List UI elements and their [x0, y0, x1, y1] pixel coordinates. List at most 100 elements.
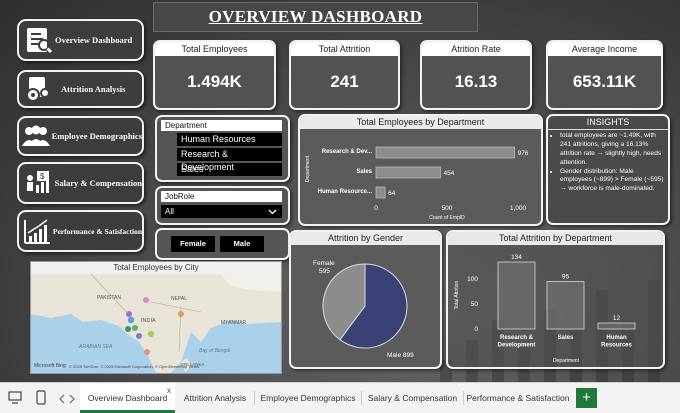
- chart-title: Total Attrition by Department: [448, 232, 663, 245]
- add-page-button[interactable]: +: [576, 388, 597, 408]
- gender-button-female[interactable]: Female: [171, 236, 215, 252]
- kpi-label: Total Attrition: [291, 42, 398, 56]
- kpi-value: 16.13: [454, 72, 498, 91]
- nav-label: Employee Demographics: [51, 131, 142, 141]
- kpi-label: Average Income: [548, 42, 661, 56]
- column-bar: [546, 281, 585, 330]
- tab-attrition-analysis[interactable]: Attrition Analysis: [178, 383, 252, 413]
- y-tick-label: 100: [467, 276, 478, 283]
- close-icon[interactable]: x: [167, 386, 171, 395]
- mobile-view-icon[interactable]: [36, 390, 46, 410]
- nav-button-performance[interactable]: Performance & Satisfaction: [17, 210, 144, 252]
- map-title: Total Employees by City: [31, 262, 281, 274]
- y-axis-title: Total Attrition: [454, 280, 460, 309]
- slicer-title: JobRole: [161, 191, 282, 202]
- nav-label: Performance & Satisfaction: [52, 226, 142, 236]
- bing-logo: Microsoft Bing: [34, 363, 66, 369]
- pie-label-male: Male 899: [387, 352, 414, 359]
- tab-employee-demographics[interactable]: Employee Demographics: [257, 383, 359, 413]
- city-bubble: [143, 297, 149, 303]
- bar-category-label: Human Resource...: [318, 189, 373, 195]
- bar-category-label: Research & Dev...: [322, 149, 373, 155]
- chart-title: Total Employees by Department: [300, 116, 541, 129]
- kpi-average-income: Average Income 653.11K: [546, 40, 663, 110]
- page-tab-bar: Overview Dashboard x Attrition Analysis …: [0, 382, 680, 413]
- insight-bullet: Gender distribution: Male employees (~89…: [560, 168, 665, 195]
- city-map[interactable]: Total Employees by City PAKISTAN NEPAL I…: [30, 261, 282, 374]
- column-bar: [497, 261, 536, 330]
- tab-divider: [361, 391, 362, 405]
- chart-title: Attrition by Gender: [291, 232, 440, 245]
- gender-pie-svg: Female595 Male 899: [313, 260, 414, 359]
- insights-panel: INSIGHTS total employees are ~1.49K, wit…: [546, 114, 670, 225]
- x-category-label: Development: [498, 343, 536, 349]
- map-attribution: © 2025 TomTom, © 2025 Microsoft Corporat…: [69, 364, 200, 369]
- attrition-bar-svg: 0 50 100 Total Attrition 134 Research & Develo…: [454, 254, 636, 364]
- report-canvas: OVERVIEW DASHBOARD Overview Dashboard At…: [0, 0, 680, 382]
- desktop-view-icon[interactable]: [8, 391, 22, 409]
- city-bubble: [178, 311, 184, 317]
- x-category-label: Sales: [558, 335, 574, 341]
- jobrole-dropdown[interactable]: All: [161, 205, 282, 218]
- bar: [375, 166, 441, 179]
- tab-label: Performance & Satisfaction: [466, 393, 570, 403]
- insight-bullet: total employees are ~1.49K, with 241 att…: [560, 132, 665, 168]
- kpi-value: 1.494K: [187, 72, 242, 91]
- gender-slicer: Female Male: [155, 228, 290, 260]
- pie-label-female-value: 595: [319, 268, 330, 275]
- x-category-label: Resources: [601, 343, 632, 349]
- chevron-right-icon[interactable]: [68, 392, 76, 410]
- dropdown-value: All: [165, 207, 174, 216]
- bar-data-label: 976: [518, 150, 529, 157]
- tab-label: Salary & Compensation: [367, 393, 458, 403]
- attrition-by-gender-chart: Attrition by Gender Female 595 Male 899: [289, 230, 442, 369]
- nav-label: Overview Dashboard: [55, 35, 133, 45]
- growth-chart-icon: [21, 216, 53, 246]
- x-category-label: Human: [606, 335, 627, 341]
- report-icon: [21, 25, 55, 55]
- column-data-label: 95: [562, 274, 570, 281]
- x-axis-title: Count of EmpID: [429, 215, 465, 221]
- kpi-value: 241: [330, 72, 359, 91]
- city-bubble: [127, 316, 135, 324]
- kpi-label: Atrition Rate: [422, 42, 530, 56]
- department-slicer: Department Human Resources Research & De…: [155, 115, 290, 182]
- money-icon: $: [21, 168, 55, 198]
- column-data-label: 12: [613, 315, 621, 322]
- people-icon: [21, 121, 52, 151]
- jobrole-slicer: JobRole All: [155, 186, 290, 225]
- x-tick-label: 0: [374, 205, 378, 212]
- tab-label: Attrition Analysis: [183, 393, 247, 403]
- kpi-label: Total Employees: [155, 42, 274, 56]
- y-axis-title: Department: [305, 155, 311, 182]
- kpi-value: 653.11K: [572, 72, 637, 91]
- x-tick-label: 500: [442, 205, 453, 212]
- y-tick-label: 0: [474, 326, 478, 333]
- nav-button-attrition[interactable]: Attrition Analysis: [17, 70, 144, 108]
- x-tick-label: 1,000: [510, 205, 527, 212]
- nav-label: Salary & Compensation: [54, 178, 142, 188]
- nav-button-overview[interactable]: Overview Dashboard: [17, 19, 144, 61]
- gender-button-male[interactable]: Male: [220, 236, 264, 252]
- city-bubble: [126, 311, 132, 317]
- chevron-left-icon[interactable]: [58, 392, 66, 410]
- nav-button-demographics[interactable]: Employee Demographics: [17, 116, 144, 156]
- city-bubbles: [125, 297, 184, 355]
- bar-data-label: 64: [388, 190, 396, 197]
- nav-button-salary[interactable]: $ Salary & Compensation: [17, 162, 144, 204]
- tab-label: Employee Demographics: [260, 393, 356, 403]
- tab-label: Overview Dashboard: [87, 393, 168, 403]
- kpi-attrition-rate: Atrition Rate 16.13: [420, 40, 532, 110]
- slicer-item-human-resources[interactable]: Human Resources: [177, 133, 282, 146]
- tab-performance-satisfaction[interactable]: Performance & Satisfaction: [466, 383, 570, 413]
- dept-bar-svg: Research & Dev... 976 Sales 454 Human Resour…: [305, 146, 529, 221]
- slicer-item-research-development[interactable]: Research & Development: [177, 148, 282, 172]
- tab-salary-compensation[interactable]: Salary & Compensation: [364, 383, 461, 413]
- city-bubble: [136, 333, 142, 339]
- tab-overview-dashboard[interactable]: Overview Dashboard: [80, 383, 175, 413]
- bar-category-label: Sales: [356, 169, 372, 175]
- city-bubble: [144, 349, 150, 355]
- y-tick-label: 50: [471, 301, 479, 308]
- svg-text:$: $: [40, 172, 45, 181]
- kpi-total-attrition: Total Attrition 241: [289, 40, 400, 110]
